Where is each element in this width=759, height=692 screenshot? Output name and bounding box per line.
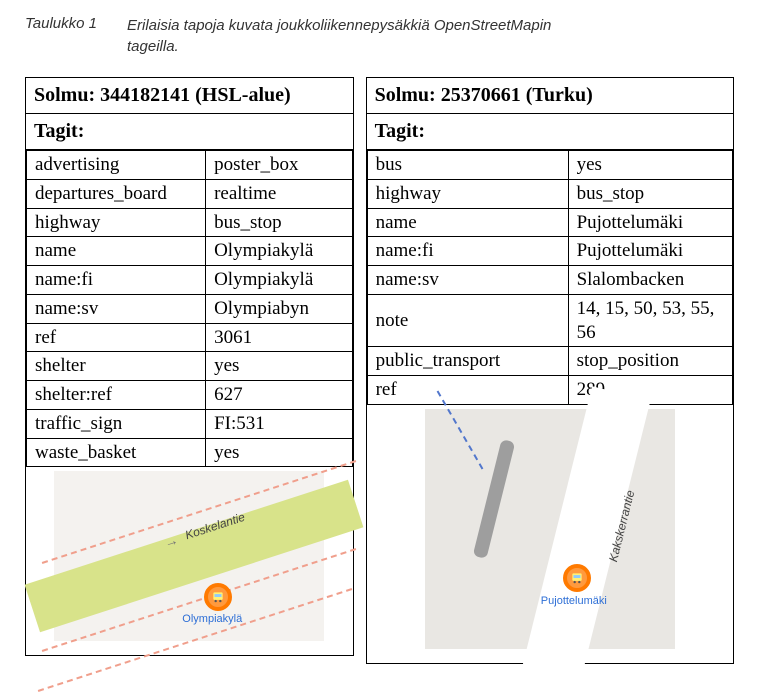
table-row: name:fiPujottelumäki (367, 237, 732, 266)
tag-value: FI:531 (206, 409, 353, 438)
tag-value: bus_stop (206, 208, 353, 237)
tag-value: Olympiakylä (206, 237, 353, 266)
tags-table-right: busyeshighwaybus_stopnamePujottelumäkina… (367, 150, 733, 405)
tag-key: ref (27, 323, 206, 352)
tag-key: advertising (27, 151, 206, 180)
tag-value: 627 (206, 381, 353, 410)
tag-key: shelter (27, 352, 206, 381)
tag-value: poster_box (206, 151, 353, 180)
tag-value: bus_stop (568, 179, 732, 208)
table-row: shelter:ref627 (27, 381, 353, 410)
map-wrap-right: Kakskerrantie Pujottelumäki (367, 405, 733, 663)
caption-text: Erilaisia tapoja kuvata joukkoliikennepy… (127, 15, 607, 57)
card-header-left: Solmu: 344182141 (HSL-alue) (26, 78, 353, 114)
card-row: Solmu: 344182141 (HSL-alue) Tagit: adver… (25, 77, 734, 664)
table-row: busyes (367, 151, 732, 180)
tag-value: stop_position (568, 347, 732, 376)
tag-key: traffic_sign (27, 409, 206, 438)
tag-key: ref (367, 376, 568, 405)
caption-label: Taulukko 1 (25, 15, 97, 32)
mini-map-left: → Koskelantie Olympiakylä (54, 471, 324, 641)
tag-key: public_transport (367, 347, 568, 376)
table-row: public_transportstop_position (367, 347, 732, 376)
table-row: ref289 (367, 376, 732, 405)
table-row: name:svSlalombacken (367, 266, 732, 295)
table-row: name:fiOlympiakylä (27, 266, 353, 295)
table-caption: Taulukko 1 Erilaisia tapoja kuvata joukk… (25, 15, 734, 57)
tags-table-left: advertisingposter_boxdepartures_boardrea… (26, 150, 353, 467)
card-hsl: Solmu: 344182141 (HSL-alue) Tagit: adver… (25, 77, 354, 656)
tag-value: realtime (206, 179, 353, 208)
tag-value: Olympiakylä (206, 266, 353, 295)
mini-map-right: Kakskerrantie Pujottelumäki (425, 409, 675, 649)
table-row: highwaybus_stop (27, 208, 353, 237)
table-row: note14, 15, 50, 53, 55, 56 (367, 294, 732, 347)
bus-icon (211, 590, 225, 604)
card-turku: Solmu: 25370661 (Turku) Tagit: busyeshig… (366, 77, 734, 664)
tag-key: name:fi (27, 266, 206, 295)
table-row: traffic_signFI:531 (27, 409, 353, 438)
tag-key: shelter:ref (27, 381, 206, 410)
tag-key: name:sv (27, 294, 206, 323)
stop-label-left: Olympiakylä (182, 613, 242, 625)
tag-key: bus (367, 151, 568, 180)
bus-stop-marker-left (204, 583, 232, 611)
table-row: waste_basketyes (27, 438, 353, 467)
tag-value: Pujottelumäki (568, 208, 732, 237)
tag-value: yes (206, 352, 353, 381)
tag-value: 14, 15, 50, 53, 55, 56 (568, 294, 732, 347)
tag-key: name:fi (367, 237, 568, 266)
table-row: advertisingposter_box (27, 151, 353, 180)
tags-label-right: Tagit: (367, 114, 733, 150)
tag-value: Slalombacken (568, 266, 732, 295)
tag-key: departures_board (27, 179, 206, 208)
bus-icon (570, 571, 584, 585)
tag-key: highway (27, 208, 206, 237)
map-wrap-left: → Koskelantie Olympiakylä (26, 467, 353, 655)
table-row: name:svOlympiabyn (27, 294, 353, 323)
table-row: departures_boardrealtime (27, 179, 353, 208)
tag-key: name:sv (367, 266, 568, 295)
bus-stop-marker-right (563, 564, 591, 592)
table-row: namePujottelumäki (367, 208, 732, 237)
tag-key: waste_basket (27, 438, 206, 467)
tag-value: 3061 (206, 323, 353, 352)
table-row: nameOlympiakylä (27, 237, 353, 266)
tags-label-left: Tagit: (26, 114, 353, 150)
stop-label-right: Pujottelumäki (541, 595, 607, 607)
tag-key: name (27, 237, 206, 266)
tag-key: name (367, 208, 568, 237)
tag-key: note (367, 294, 568, 347)
tag-value: yes (206, 438, 353, 467)
tag-value: Pujottelumäki (568, 237, 732, 266)
table-row: ref3061 (27, 323, 353, 352)
table-row: shelteryes (27, 352, 353, 381)
tag-value: Olympiabyn (206, 294, 353, 323)
card-header-right: Solmu: 25370661 (Turku) (367, 78, 733, 114)
tag-key: highway (367, 179, 568, 208)
table-row: highwaybus_stop (367, 179, 732, 208)
tag-value: yes (568, 151, 732, 180)
